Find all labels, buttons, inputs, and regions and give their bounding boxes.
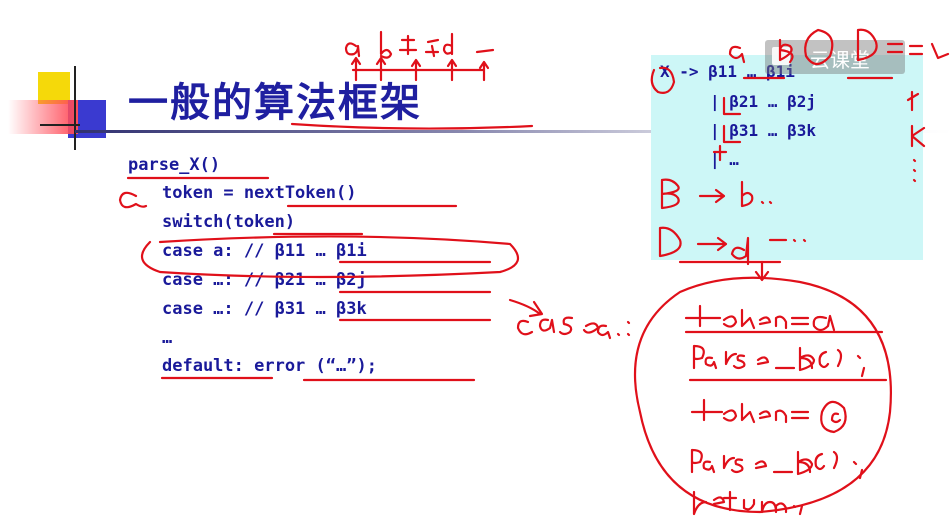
- handwriting-annotations: [118, 28, 950, 516]
